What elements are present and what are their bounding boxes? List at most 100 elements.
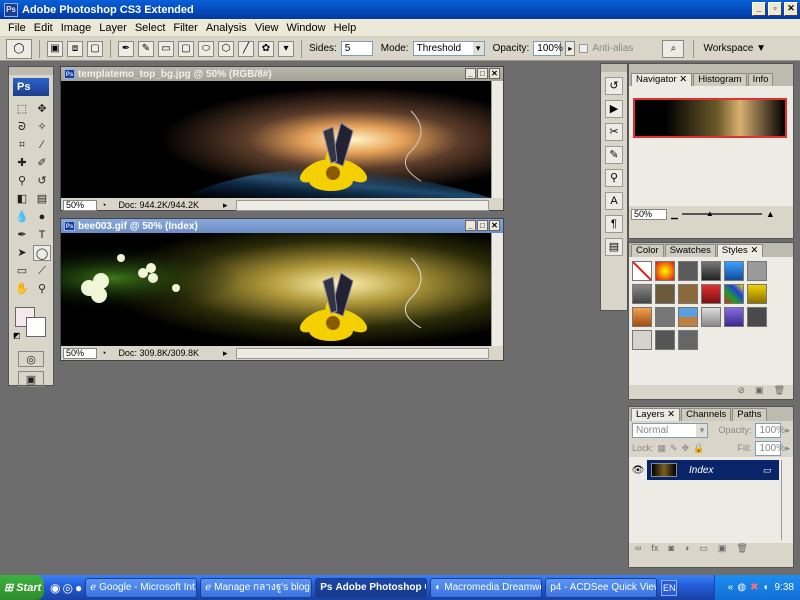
menu-view[interactable]: View <box>251 22 283 34</box>
restore-button[interactable]: ▫ <box>768 2 782 16</box>
layer-opacity-input[interactable]: 100% <box>755 422 785 438</box>
pen-tool-icon[interactable]: ✒ <box>118 40 134 57</box>
style-swatch[interactable] <box>724 261 744 281</box>
clear-style-icon[interactable]: ⊘ <box>738 385 746 399</box>
task-ie[interactable]: ℯ Google - Microsoft Int... <box>85 577 198 598</box>
doc1-status-arrow-icon[interactable]: ▸ <box>223 200 228 211</box>
lock-image-icon[interactable]: ✎ <box>670 443 678 454</box>
layer-visibility-eye-icon[interactable]: 👁 <box>629 465 647 476</box>
doc2-minimize-button[interactable]: _ <box>465 220 476 231</box>
paths-icon[interactable]: ⧈ <box>67 40 83 57</box>
clock[interactable]: 9:38 <box>775 582 794 593</box>
style-swatch[interactable] <box>678 261 698 281</box>
tab-paths[interactable]: Paths <box>732 408 767 421</box>
shape-layers-icon[interactable]: ▣ <box>47 40 63 57</box>
blend-mode-select[interactable]: Normal <box>632 422 709 438</box>
layer-name[interactable]: Index <box>689 465 713 476</box>
adjustment-layer-icon[interactable]: ◑ <box>684 543 689 557</box>
style-swatch[interactable] <box>701 284 721 304</box>
geometry-options-chevron-icon[interactable]: ▾ <box>278 40 294 57</box>
type-tool-icon[interactable]: T <box>33 227 51 243</box>
custom-shape-icon[interactable]: ✿ <box>258 40 274 57</box>
doc2-vertical-scrollbar[interactable] <box>491 233 503 346</box>
task-acdsee[interactable]: p4 - ACDSee Quick View <box>545 577 658 598</box>
style-swatch[interactable] <box>701 261 721 281</box>
zoom-in-icon[interactable]: ▲ <box>766 209 775 219</box>
opacity-input[interactable]: 100% <box>533 41 563 56</box>
eraser-tool-icon[interactable]: ◧ <box>13 191 31 207</box>
history-panel-icon[interactable]: ↺ <box>605 77 623 95</box>
menu-image[interactable]: Image <box>57 22 96 34</box>
start-button[interactable]: ⊞ Start <box>0 575 44 600</box>
delete-layer-icon[interactable]: 🗑 <box>736 543 747 557</box>
clone-stamp-icon[interactable]: ⚲ <box>13 173 31 189</box>
anti-alias-checkbox[interactable] <box>579 44 589 53</box>
style-swatch[interactable] <box>655 284 675 304</box>
tray-expand-icon[interactable]: « <box>728 582 734 593</box>
doc1-close-button[interactable]: ✕ <box>489 68 500 79</box>
tray-sync-icon[interactable]: ◍ <box>737 582 746 593</box>
menu-analysis[interactable]: Analysis <box>202 22 251 34</box>
paragraph-panel-icon[interactable]: ¶ <box>605 215 623 233</box>
tool-presets-icon[interactable]: ✂ <box>605 123 623 141</box>
fill-pixels-icon[interactable]: ▢ <box>87 40 103 57</box>
lock-position-icon[interactable]: ✥ <box>682 443 690 454</box>
brushes-panel-icon[interactable]: ✎ <box>605 146 623 164</box>
document-2-titlebar[interactable]: Ps bee003.gif @ 50% (Index) _ □ ✕ <box>61 219 503 233</box>
sides-input[interactable]: 5 <box>340 41 373 56</box>
document-2-canvas[interactable] <box>61 233 491 346</box>
quick-launch-app-icon[interactable]: ◉ <box>50 581 60 595</box>
move-tool-icon[interactable]: ✥ <box>33 101 51 117</box>
dodge-tool-icon[interactable]: ● <box>33 209 51 225</box>
zoom-tool-icon[interactable]: ⚲ <box>33 281 51 297</box>
minimize-button[interactable]: _ <box>752 2 766 16</box>
tab-histogram[interactable]: Histogram <box>693 73 747 86</box>
blur-tool-icon[interactable]: 💧 <box>13 209 31 225</box>
style-swatch[interactable] <box>747 261 767 281</box>
toolbox-grip[interactable] <box>9 67 53 75</box>
tab-info[interactable]: Info <box>747 73 774 86</box>
menu-window[interactable]: Window <box>282 22 329 34</box>
photoshop-app-icon[interactable]: Ps <box>4 2 18 17</box>
workspace-button[interactable]: Workspace ▼ <box>703 43 766 54</box>
rectangle-shape-icon[interactable]: ▭ <box>158 40 174 57</box>
menu-file[interactable]: File <box>4 22 30 34</box>
doc1-vertical-scrollbar[interactable] <box>491 81 503 198</box>
clone-source-icon[interactable]: ⚲ <box>605 169 623 187</box>
style-none[interactable] <box>632 261 652 281</box>
menu-help[interactable]: Help <box>330 22 361 34</box>
ellipse-tool-icon[interactable]: ◯ <box>33 245 51 261</box>
tab-channels[interactable]: Channels <box>681 408 732 421</box>
background-color[interactable] <box>26 317 46 337</box>
menu-filter[interactable]: Filter <box>169 22 201 34</box>
style-swatch[interactable] <box>655 307 675 327</box>
line-shape-icon[interactable]: ╱ <box>238 40 254 57</box>
actions-panel-icon[interactable]: ▶ <box>605 100 623 118</box>
character-panel-icon[interactable]: A <box>605 192 623 210</box>
marquee-tool-icon[interactable]: ⬚ <box>13 101 31 117</box>
quick-launch-app-icon[interactable]: ● <box>75 581 82 595</box>
layer-style-icon[interactable]: fx <box>651 543 658 557</box>
navigator-zoom-field[interactable]: 50% <box>631 208 667 220</box>
default-colors-icon[interactable]: ◩ <box>13 331 21 340</box>
slice-tool-icon[interactable]: ⁄ <box>33 137 51 153</box>
tray-security-icon[interactable]: ✖ <box>750 582 758 593</box>
healing-brush-icon[interactable]: ✚ <box>13 155 31 171</box>
new-group-icon[interactable]: ▭ <box>699 543 708 557</box>
new-style-icon[interactable]: ▣ <box>755 385 764 399</box>
task-dreamweaver[interactable]: ◐Macromedia Dreamwe... <box>430 577 543 598</box>
style-swatch[interactable] <box>655 261 675 281</box>
brush-tool-icon[interactable]: ✐ <box>33 155 51 171</box>
screen-mode-icon[interactable]: ▣ <box>18 371 44 387</box>
task-blog[interactable]: ℯ Manage กลางฐู's blog ... <box>200 577 313 598</box>
layer-opacity-arrow-icon[interactable]: ▸ <box>785 425 790 436</box>
style-swatch[interactable] <box>632 284 652 304</box>
menu-select[interactable]: Select <box>131 22 170 34</box>
rounded-rect-shape-icon[interactable]: ▢ <box>178 40 194 57</box>
quick-launch-app-icon[interactable]: ◎ <box>62 581 72 595</box>
zoom-slider[interactable]: ▲ <box>681 209 762 218</box>
layer-mask-icon[interactable]: ◙ <box>668 543 673 557</box>
opacity-arrow-icon[interactable]: ▸ <box>565 41 576 56</box>
style-swatch[interactable] <box>747 307 767 327</box>
style-swatch[interactable] <box>632 330 652 350</box>
